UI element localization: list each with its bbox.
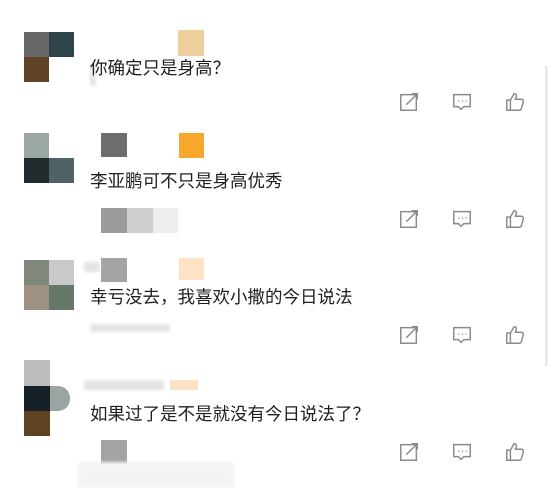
like-icon (506, 210, 525, 228)
comment-icon (453, 443, 471, 461)
comment-icon (453, 93, 471, 111)
blurred-reply (78, 462, 234, 488)
reply-button[interactable] (449, 439, 475, 465)
pixelated-meta (101, 440, 127, 464)
share-icon (400, 93, 418, 111)
share-icon (400, 326, 418, 344)
blurred-username (84, 380, 164, 390)
pixelated-badge (179, 258, 204, 280)
like-button[interactable] (502, 206, 528, 232)
like-button[interactable] (502, 322, 528, 348)
pixelated-username (101, 258, 127, 282)
like-button[interactable] (502, 439, 528, 465)
like-icon (506, 93, 525, 111)
share-button[interactable] (396, 89, 422, 115)
like-icon (506, 443, 525, 461)
share-icon (400, 443, 418, 461)
reply-button[interactable] (449, 89, 475, 115)
pixelated-badge (179, 133, 204, 158)
comment-text: 幸亏没去，我喜欢小撒的今日说法 (90, 288, 353, 308)
pixelated-meta (101, 208, 127, 233)
comment-text: 你确定只是身高？ (90, 59, 230, 79)
pixelated-username (178, 30, 204, 56)
comment-text: 李亚鹏可不只是身高优秀 (90, 172, 283, 192)
blurred-timestamp (90, 324, 170, 332)
like-icon (506, 326, 525, 344)
like-button[interactable] (502, 89, 528, 115)
comment-icon (453, 326, 471, 344)
reply-button[interactable] (449, 206, 475, 232)
pixelated-username (101, 133, 127, 157)
comment-icon (453, 210, 471, 228)
share-icon (400, 210, 418, 228)
share-button[interactable] (396, 206, 422, 232)
share-button[interactable] (396, 439, 422, 465)
comment-text: 如果过了是不是就没有今日说法了？ (90, 405, 370, 425)
share-button[interactable] (396, 322, 422, 348)
pixelated-badge (170, 380, 198, 390)
reply-button[interactable] (449, 322, 475, 348)
